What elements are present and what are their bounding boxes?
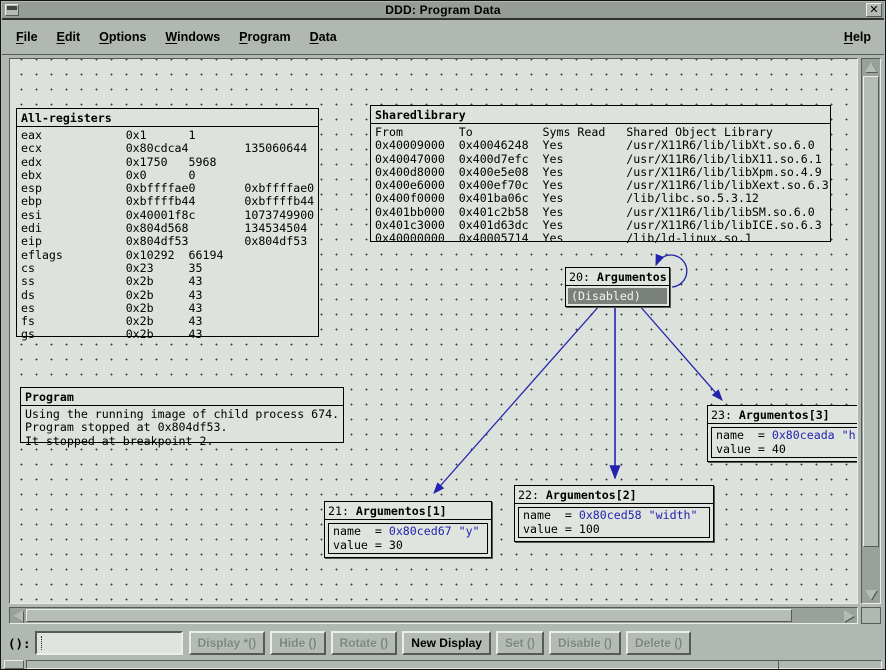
status-divider [778, 661, 779, 670]
horizontal-scroll-thumb[interactable] [26, 609, 792, 622]
struct-value-box[interactable]: name = 0x80ced58 "width" value = 100 [518, 507, 710, 538]
display-name: Argumentos [597, 270, 667, 284]
mnemonic: O [99, 30, 109, 44]
panel-title: All-registers [17, 109, 318, 127]
panel-title: Sharedlibrary [371, 106, 830, 124]
status-line [26, 660, 882, 669]
panel-title: Program [21, 388, 343, 406]
scroll-right-button[interactable] [841, 608, 857, 623]
menu-program[interactable]: Program [236, 28, 293, 46]
field-value: 40 [772, 442, 786, 456]
display-box-23[interactable]: 23: Argumentos[3] name = 0x80ceada "h val… [707, 405, 858, 462]
display-title[interactable]: 22: Argumentos[2] [515, 486, 713, 504]
delete-button: Delete () [626, 631, 691, 655]
menu-edit[interactable]: Edit [54, 28, 84, 46]
pointer-value[interactable]: 0x80ceada "h [772, 428, 856, 442]
rotate-button: Rotate () [331, 631, 398, 655]
mnemonic: H [844, 30, 853, 44]
scroll-down-button[interactable] [862, 587, 880, 603]
program-text: Using the running image of child process… [21, 406, 343, 450]
left-arrow-icon [13, 610, 23, 622]
vertical-scroll-thumb[interactable] [863, 76, 879, 547]
window-menu-icon[interactable] [5, 4, 19, 16]
horizontal-scroll-track[interactable] [26, 608, 841, 623]
hide-button: Hide () [270, 631, 325, 655]
struct-fields: name = 0x80ceada "h value = 40 [716, 429, 858, 456]
scroll-left-button[interactable] [10, 608, 26, 623]
display-title[interactable]: 20: Argumentos [566, 268, 669, 286]
field-label: name = [523, 508, 579, 522]
right-arrow-icon [844, 610, 854, 622]
panel-program[interactable]: Program Using the running image of child… [20, 387, 344, 443]
display-number: 22: [518, 488, 546, 502]
mnemonic: W [165, 30, 177, 44]
mnemonic: F [16, 30, 24, 44]
menu-options[interactable]: Options [96, 28, 149, 46]
display-name: Argumentos[3] [739, 408, 830, 422]
edge-to-argumentos1 [434, 305, 600, 493]
edge-to-argumentos3 [639, 305, 722, 400]
close-button[interactable]: ✕ [866, 3, 882, 17]
field-label: name = [716, 428, 772, 442]
display-number: 21: [328, 504, 356, 518]
struct-value-box[interactable]: name = 0x80ceada "h value = 40 [711, 427, 858, 458]
resize-grip [4, 660, 24, 669]
disable-button: Disable () [549, 631, 621, 655]
mnemonic: P [239, 30, 247, 44]
field-value: 100 [579, 522, 600, 536]
display-number: 20: [569, 270, 597, 284]
status-bar [2, 660, 884, 670]
horizontal-scrollbar[interactable] [9, 607, 858, 624]
set-button: Set () [496, 631, 544, 655]
argument-input[interactable] [35, 631, 183, 655]
panel-sharedlibrary[interactable]: Sharedlibrary From To Syms Read Shared O… [370, 105, 831, 242]
vertical-scrollbar[interactable] [861, 58, 881, 604]
menu-windows[interactable]: Windows [162, 28, 223, 46]
struct-fields: name = 0x80ced67 "y" value = 30 [333, 525, 483, 552]
display-title[interactable]: 21: Argumentos[1] [325, 502, 491, 520]
window-glyph [7, 6, 17, 10]
display-title[interactable]: 23: Argumentos[3] [708, 406, 858, 424]
menu-file[interactable]: File [13, 28, 41, 46]
scrollbar-corner [861, 607, 881, 624]
menu-help[interactable]: Help [841, 28, 874, 46]
down-arrow-icon [865, 590, 877, 600]
text-caret [41, 636, 43, 650]
pointer-value[interactable]: 0x80ced67 "y" [389, 524, 480, 538]
ddd-program-data-window: DDD: Program Data ✕ File Edit Options Windo… [0, 0, 886, 670]
menu-data[interactable]: Data [307, 28, 340, 46]
field-label: value = [716, 442, 772, 456]
scroll-up-button[interactable] [862, 59, 880, 75]
mnemonic: E [57, 30, 65, 44]
display-box-22[interactable]: 22: Argumentos[2] name = 0x80ced58 "width… [514, 485, 714, 542]
sharedlibrary-text: From To Syms Read Shared Object Library … [371, 124, 830, 248]
titlebar[interactable]: DDD: Program Data ✕ [2, 2, 884, 20]
display-box-21[interactable]: 21: Argumentos[1] name = 0x80ced67 "y" va… [324, 501, 492, 558]
field-label: value = [523, 522, 579, 536]
up-arrow-icon [865, 62, 877, 72]
display-button: Display *() [189, 631, 266, 655]
display-name: Argumentos[1] [356, 504, 447, 518]
struct-fields: name = 0x80ced58 "width" value = 100 [523, 509, 705, 536]
command-bar: (): Display *()Hide ()Rotate ()New Displ… [2, 628, 884, 658]
panel-all-registers[interactable]: All-registers eax 0x1 1 ecx 0x80cdca4 13… [16, 108, 319, 337]
window-title: DDD: Program Data [2, 3, 884, 17]
field-label: value = [333, 538, 389, 552]
pointer-value[interactable]: 0x80ced58 "width" [579, 508, 698, 522]
data-display-canvas[interactable]: All-registers eax 0x1 1 ecx 0x80cdca4 13… [9, 58, 858, 604]
mnemonic: D [310, 30, 319, 44]
display-number: 23: [711, 408, 739, 422]
new-display-button[interactable]: New Display [402, 631, 491, 655]
vertical-scroll-track[interactable] [862, 75, 880, 587]
display-box-20[interactable]: 20: Argumentos (Disabled) [565, 267, 670, 307]
display-name: Argumentos[2] [546, 488, 637, 502]
registers-text: eax 0x1 1 ecx 0x80cdca4 135060644 edx 0x… [17, 127, 318, 344]
argument-prompt-label: (): [8, 636, 31, 651]
field-value: 30 [389, 538, 403, 552]
field-label: name = [333, 524, 389, 538]
close-icon: ✕ [869, 5, 878, 16]
menubar: File Edit Options Windows Program Data Help [2, 20, 884, 55]
display-state-badge[interactable]: (Disabled) [568, 288, 667, 304]
struct-value-box[interactable]: name = 0x80ced67 "y" value = 30 [328, 523, 488, 554]
